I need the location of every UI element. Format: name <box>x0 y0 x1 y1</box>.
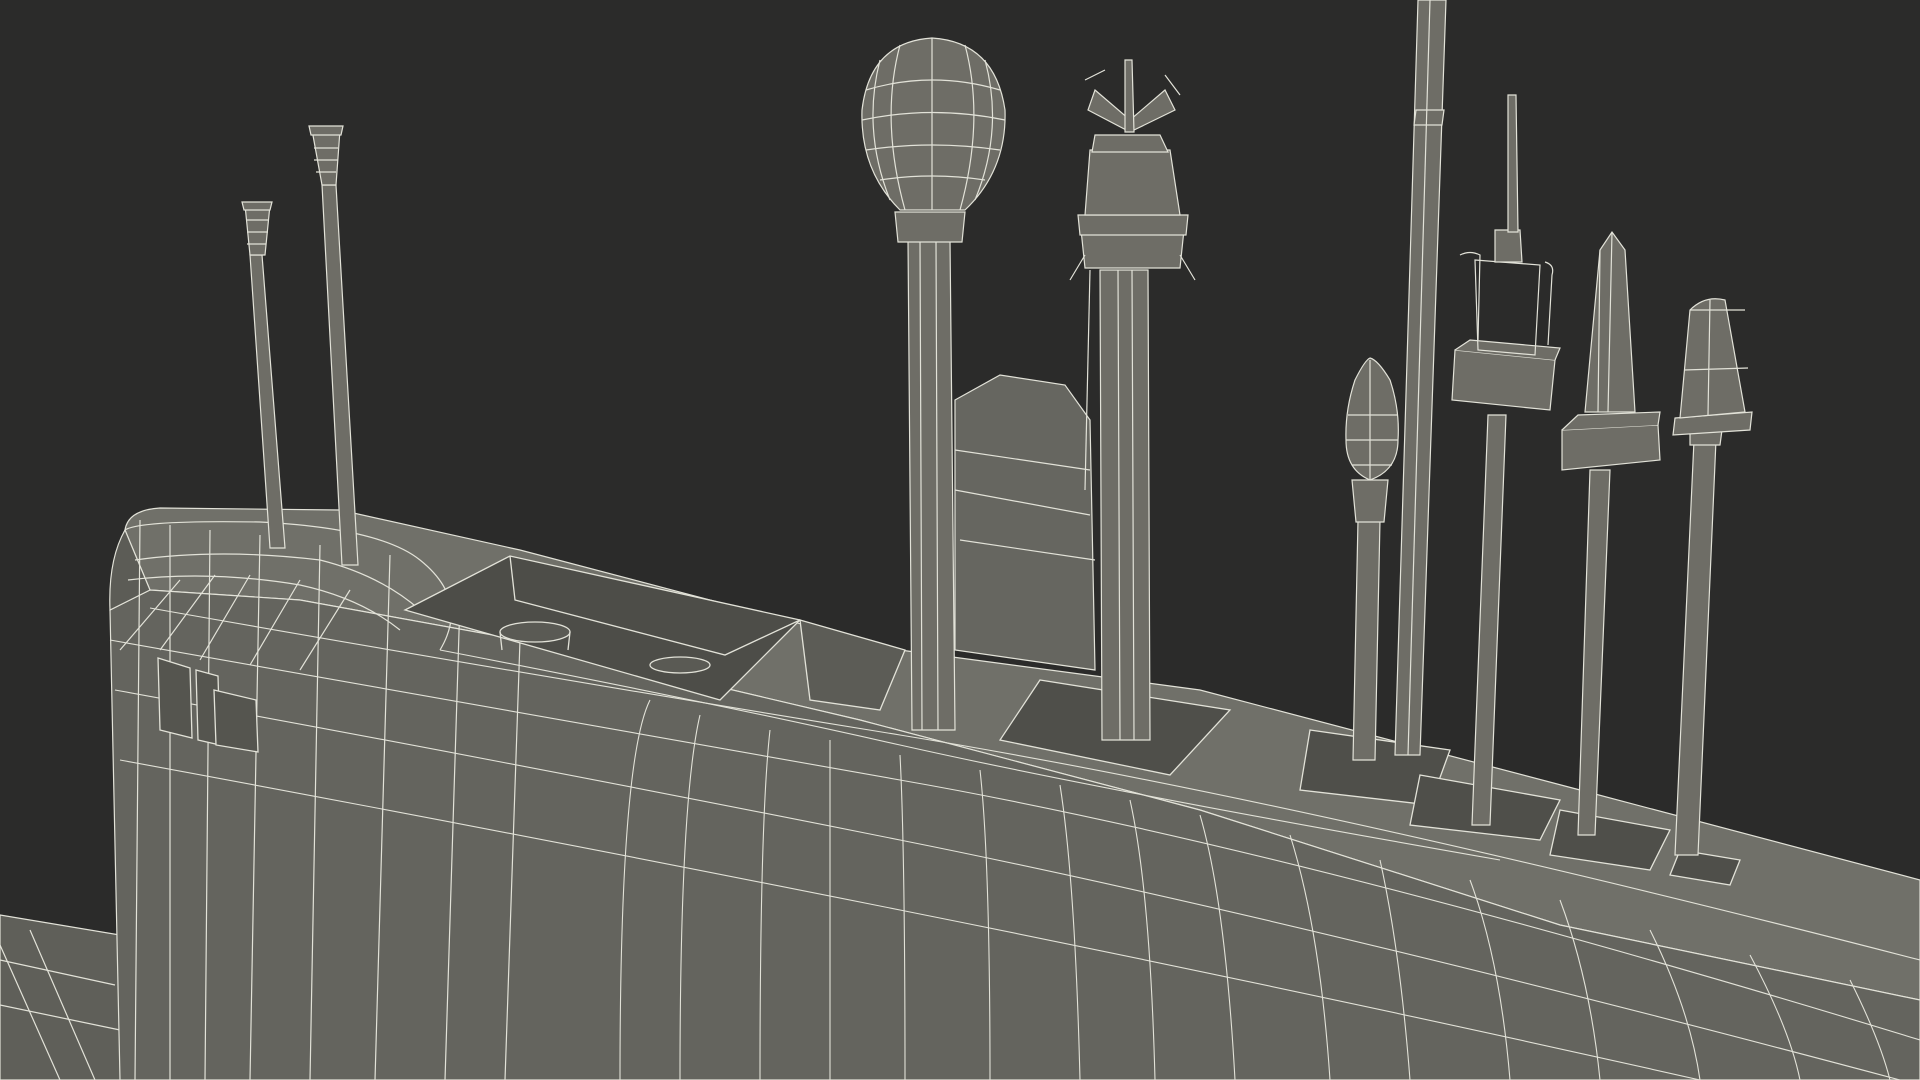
lower-fin <box>0 914 126 1080</box>
wireframe-scene <box>0 0 1920 1080</box>
rear-fairing <box>954 374 1096 671</box>
